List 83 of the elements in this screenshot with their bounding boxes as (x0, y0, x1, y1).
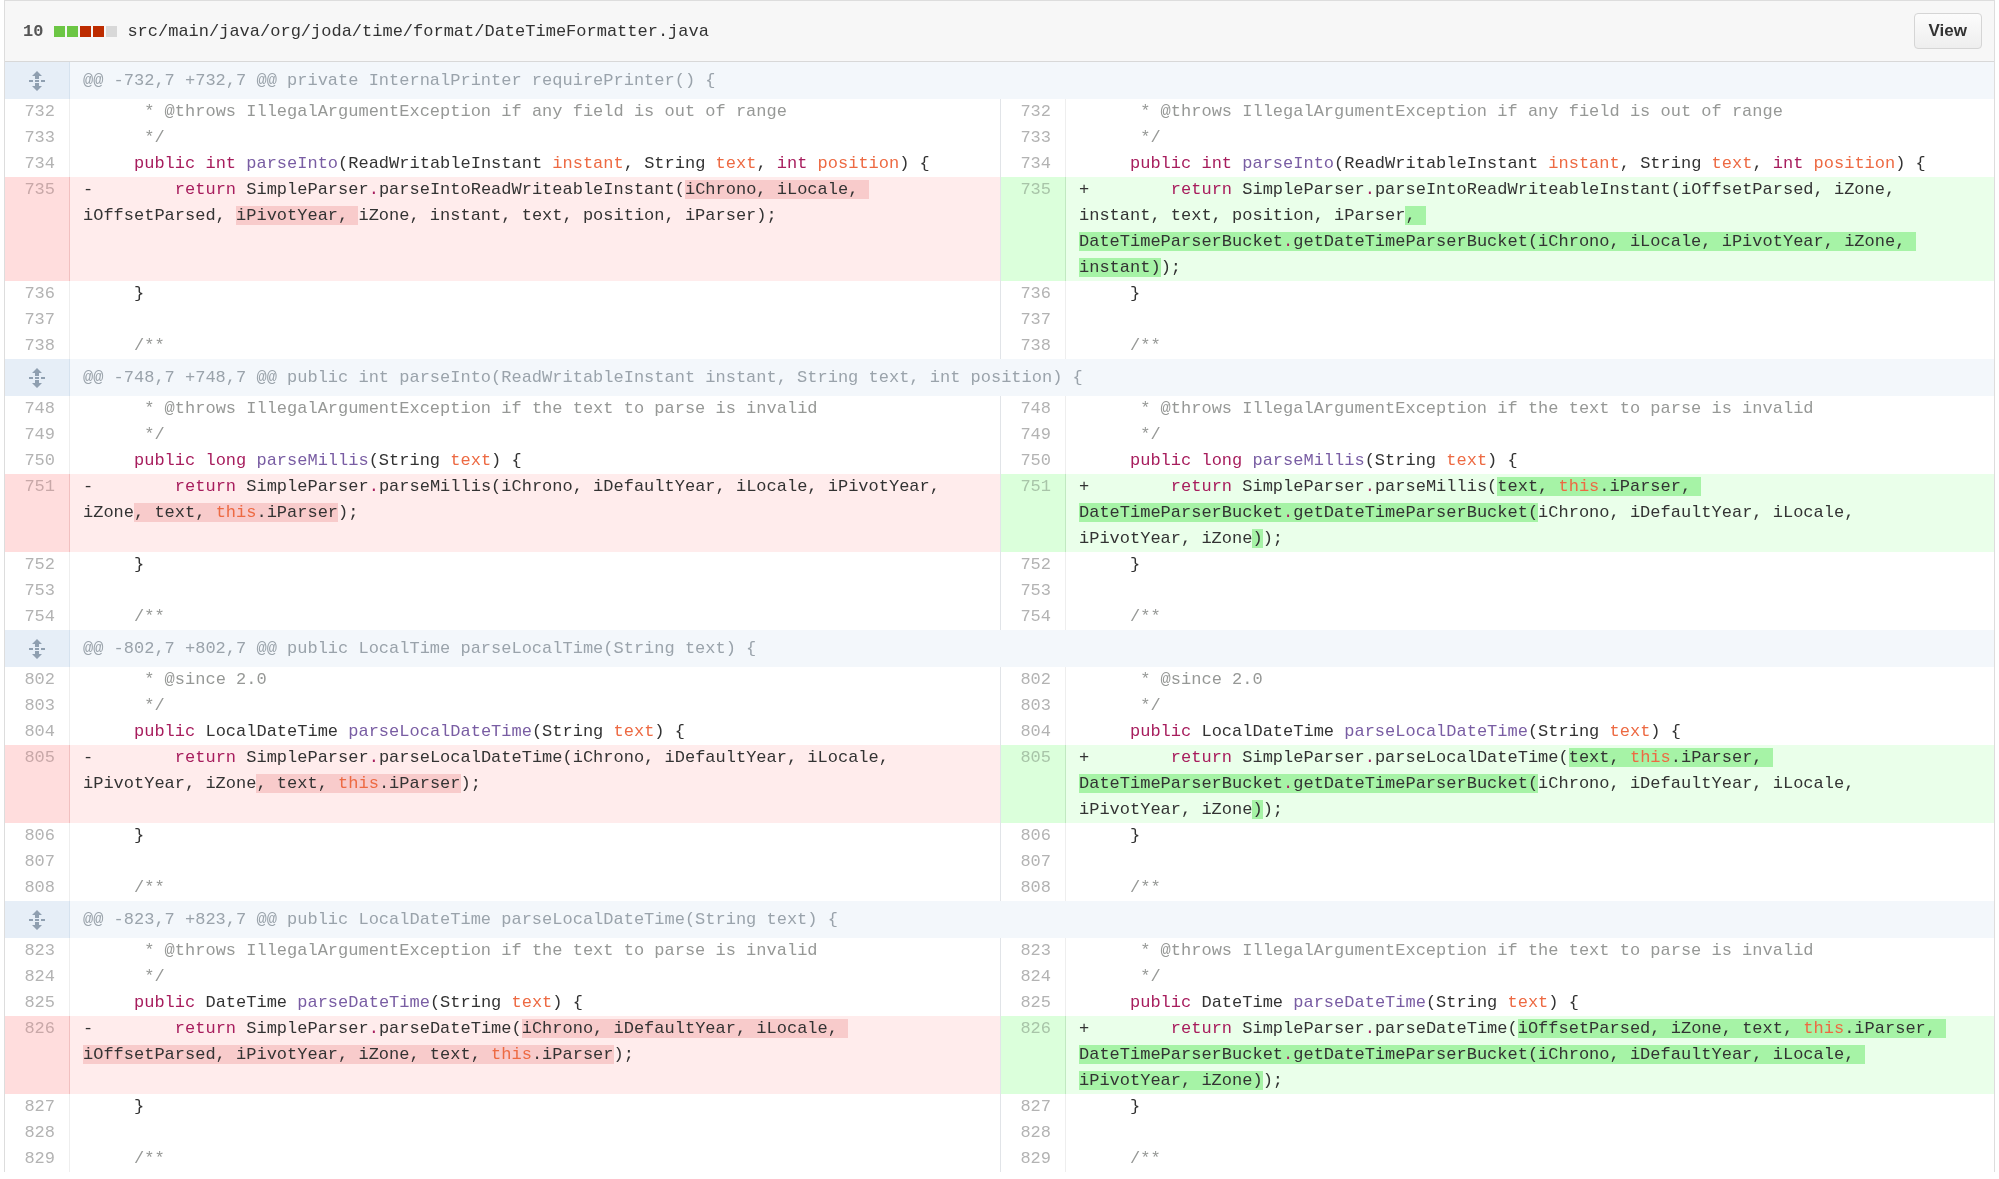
expand-icon[interactable] (29, 638, 45, 659)
view-button[interactable]: View (1913, 13, 1982, 49)
code-line: * @throws IllegalArgumentException if the text to parse is invalid (1139, 940, 1815, 962)
code-line: */ (1139, 424, 1162, 446)
line-number: 748 (1001, 396, 1066, 422)
diffstat-bar (54, 25, 118, 37)
hunk-header: @@ -823,7 +823,7 @@ public LocalDateTime parseLocalDateTime(String text) { (70, 901, 1994, 938)
line-number: 753 (1001, 578, 1066, 604)
line-number: 736 (1001, 281, 1066, 307)
line-number: 732 (1001, 99, 1066, 125)
code-line: * @throws IllegalArgumentException if the text to parse is invalid (70, 938, 1001, 964)
line-number: 737 (1001, 307, 1066, 333)
line-number: 749 (1001, 422, 1066, 448)
hunk-header: @@ -802,7 +802,7 @@ public LocalTime parseLocalTime(String text) { (70, 630, 1994, 667)
code-line: */ (70, 693, 1001, 719)
code-line: */ (1139, 695, 1162, 717)
change-count: 10 (23, 21, 44, 41)
line-number: 749 (5, 422, 70, 448)
line-number: 823 (5, 938, 70, 964)
code-line: /** (1129, 1148, 1162, 1170)
code-line: } (1129, 283, 1142, 305)
code-line: * @throws IllegalArgumentException if the text to parse is invalid (70, 396, 1001, 422)
line-number: 736 (5, 281, 70, 307)
line-number: 806 (5, 823, 70, 849)
line-number: 802 (5, 667, 70, 693)
line-number: 823 (1001, 938, 1066, 964)
code-line: } (1129, 554, 1142, 576)
expand-icon[interactable] (29, 367, 45, 388)
expand-icon[interactable] (29, 70, 45, 91)
hunk-header: @@ -748,7 +748,7 @@ public int parseInto(ReadWritableInstant instant, String text, int position) { (70, 359, 1994, 396)
expand-icon[interactable] (29, 909, 45, 930)
code-line: */ (70, 422, 1001, 448)
file-path: src/main/java/org/joda/time/format/DateTimeFormatter.java (127, 21, 709, 41)
code-line: /** (1129, 877, 1162, 899)
line-number: 735 (1001, 177, 1066, 281)
line-number: 827 (5, 1094, 70, 1120)
line-number: 828 (5, 1120, 70, 1146)
line-number: 803 (1001, 693, 1066, 719)
line-number: 828 (1001, 1120, 1066, 1146)
line-number: 748 (5, 396, 70, 422)
line-number: 826 (1001, 1016, 1066, 1094)
code-line: public LocalDateTime parseLocalDateTime(String text) { (1129, 721, 1682, 743)
code-line: * @since 2.0 (70, 667, 1001, 693)
code-line: } (1129, 825, 1142, 847)
code-line: * @throws IllegalArgumentException if any field is out of range (70, 99, 1001, 125)
code-line: /** (1129, 606, 1162, 628)
line-number: 829 (1001, 1146, 1066, 1172)
line-number: 827 (1001, 1094, 1066, 1120)
code-line: * @throws IllegalArgumentException if any field is out of range (1139, 101, 1784, 123)
line-number: 752 (1001, 552, 1066, 578)
code-line: } (70, 1094, 1001, 1120)
line-number: 803 (5, 693, 70, 719)
line-number: 824 (5, 964, 70, 990)
line-number: 752 (5, 552, 70, 578)
line-number: 805 (1001, 745, 1066, 823)
line-number: 802 (1001, 667, 1066, 693)
code-line: public long parseMillis(String text) { (1129, 450, 1519, 472)
line-number: 829 (5, 1146, 70, 1172)
code-line: * @throws IllegalArgumentException if the text to parse is invalid (1139, 398, 1815, 420)
line-number: 753 (5, 578, 70, 604)
line-number: 806 (1001, 823, 1066, 849)
code-line: */ (70, 964, 1001, 990)
code-line: /** (1129, 335, 1162, 357)
code-line: } (70, 823, 1001, 849)
line-number: 737 (5, 307, 70, 333)
code-line: */ (1139, 127, 1162, 149)
line-number: 751 (1001, 474, 1066, 552)
line-number: 733 (1001, 125, 1066, 151)
line-number: 807 (1001, 849, 1066, 875)
code-line: } (70, 281, 1001, 307)
code-line: public int parseInto(ReadWritableInstant instant, String text, int position) { (1129, 153, 1927, 175)
line-number: 733 (5, 125, 70, 151)
code-line: */ (1139, 966, 1162, 988)
code-line: * @since 2.0 (1139, 669, 1264, 691)
code-line: */ (70, 125, 1001, 151)
hunk-header: @@ -732,7 +732,7 @@ private InternalPrinter requirePrinter() { (70, 62, 1994, 99)
line-number: 807 (5, 849, 70, 875)
line-number: 732 (5, 99, 70, 125)
code-line: /** (70, 1146, 1001, 1172)
code-line: public DateTime parseDateTime(String text) { (1129, 992, 1580, 1014)
line-number: 824 (1001, 964, 1066, 990)
code-line: } (70, 552, 1001, 578)
code-line: } (1129, 1096, 1142, 1118)
